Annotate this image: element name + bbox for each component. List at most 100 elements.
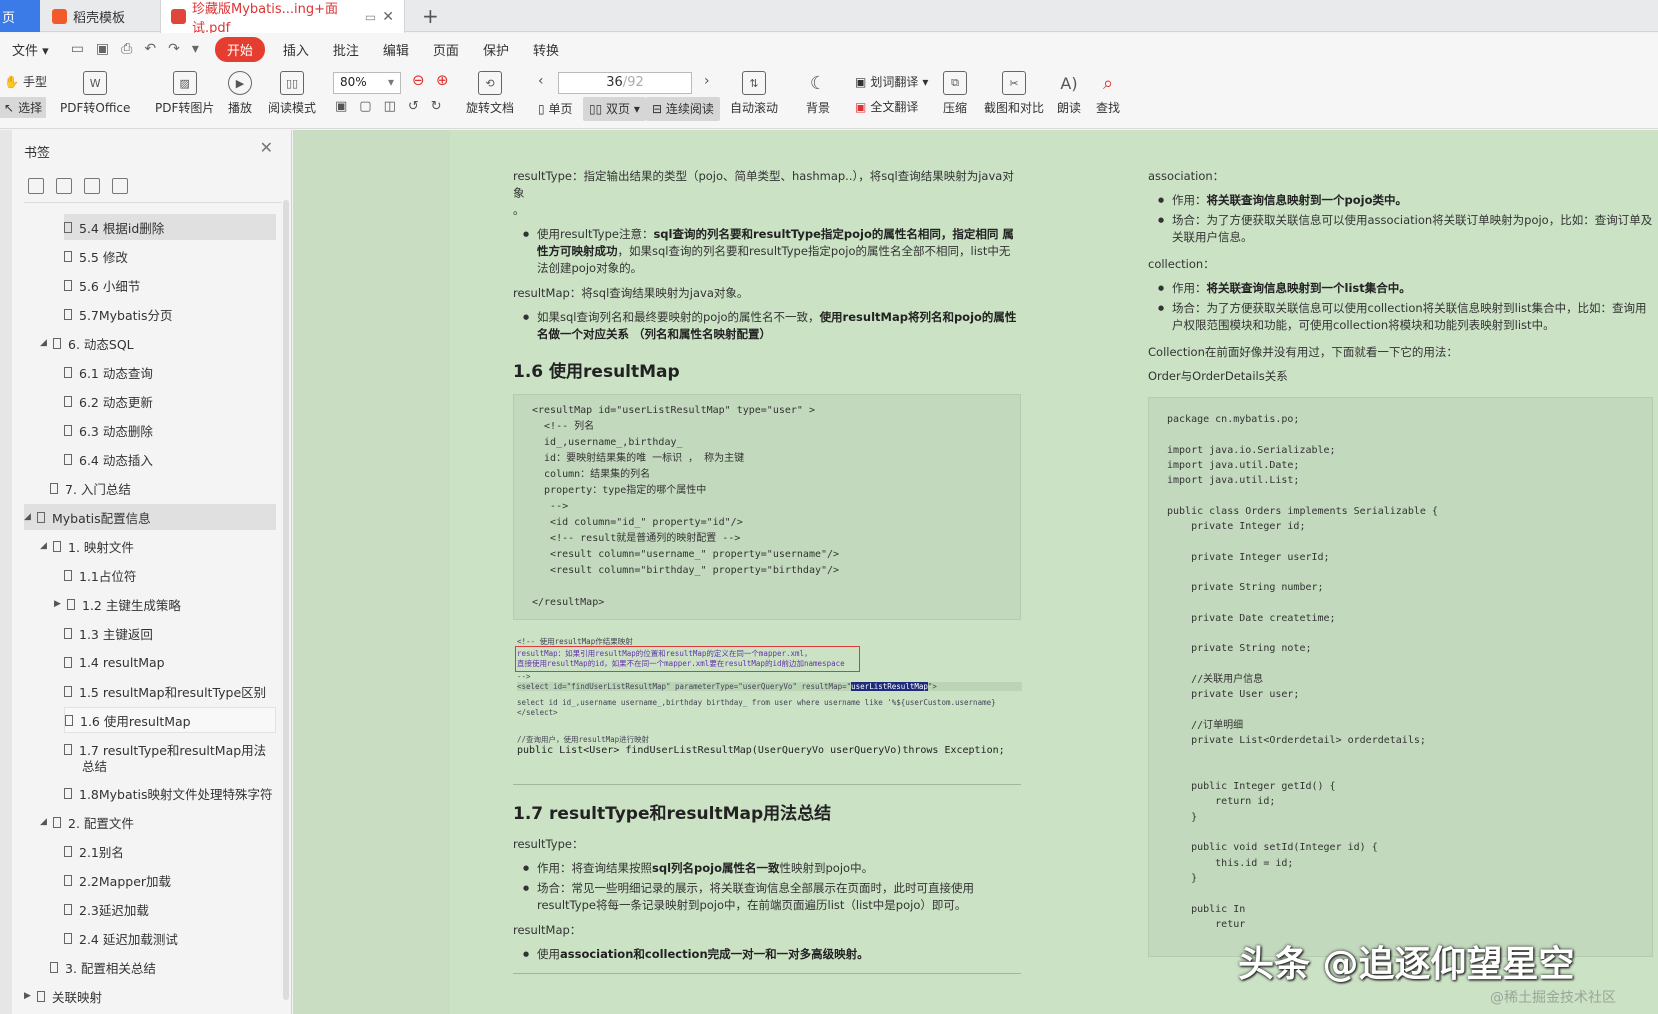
open-folder-icon[interactable]: ▭	[71, 41, 84, 57]
prev-page-icon[interactable]: ‹	[538, 73, 544, 89]
double-page-button[interactable]: ▯▯ 双页 ▾	[583, 97, 646, 121]
rotate-right-icon[interactable]: ↻	[431, 99, 442, 114]
bookmark-item[interactable]: ▶ 关联映射	[24, 983, 102, 1009]
divider	[513, 973, 1021, 974]
collapse-all-icon[interactable]	[56, 178, 72, 194]
bookmark-item-current[interactable]: 1.6 使用resultMap	[64, 707, 276, 733]
bookmark-item[interactable]: ◢ 2. 配置文件	[40, 809, 134, 835]
rotate-doc-icon: ⟲	[478, 71, 502, 95]
save-icon[interactable]: ▣	[96, 41, 109, 57]
fit-width-icon[interactable]: ◫	[384, 99, 396, 114]
bookmark-item[interactable]: 2.3延迟加载	[64, 896, 149, 922]
tab-pdf-document[interactable]: 珍藏版Mybatis...ing+面试.pdf ▭ ✕	[160, 0, 405, 36]
code-line: -->	[517, 672, 531, 681]
bullet-item: 场合：为了方便获取关联信息可以使用collection将关联信息映射到list集…	[1148, 300, 1653, 334]
bookmark-item[interactable]: 1.8Mybatis映射文件处理特殊字符	[64, 780, 273, 806]
select-tool[interactable]: ↖ 选择	[0, 97, 47, 118]
redo-icon[interactable]: ↷	[168, 41, 180, 57]
daoke-logo-icon	[52, 8, 67, 24]
next-page-icon[interactable]: ›	[704, 73, 710, 89]
menu-annotate[interactable]: 批注	[321, 40, 371, 59]
bookmark-item[interactable]: 3. 配置相关总结	[50, 954, 156, 980]
new-tab-icon[interactable]: +	[422, 4, 439, 28]
print-icon[interactable]: ⎙	[121, 41, 132, 57]
read-aloud-button[interactable]: A) 朗读	[1057, 71, 1081, 116]
code-line: import java.io.Serializable;	[1167, 444, 1336, 456]
close-tab-icon[interactable]: ✕	[382, 9, 394, 25]
bookmark-icon[interactable]	[112, 178, 128, 194]
zoom-select[interactable]: 80% ▾	[333, 72, 401, 94]
rotate-document-button[interactable]: ⟲ 旋转文档	[466, 71, 514, 116]
play-button[interactable]: ▶ 播放	[228, 71, 252, 116]
menu-convert[interactable]: 转换	[521, 40, 571, 59]
bookmark-item[interactable]: 1.5 resultMap和resultType区别	[64, 678, 266, 704]
menu-page[interactable]: 页面	[421, 40, 471, 59]
bookmark-item[interactable]: ◢ 1. 映射文件	[40, 533, 134, 559]
pdf-to-image-icon: ▨	[172, 71, 197, 95]
sidebar-scrollbar[interactable]	[283, 200, 289, 1000]
bookmark-item[interactable]: 2.1别名	[64, 838, 124, 864]
code-line: }	[1167, 872, 1198, 884]
menu-insert[interactable]: 插入	[271, 40, 321, 59]
bookmark-item[interactable]: 5.5 修改	[64, 243, 128, 269]
play-icon: ▶	[228, 71, 252, 95]
full-translate-button[interactable]: ▣ 全文翻译	[855, 98, 918, 115]
tab-home[interactable]: 页	[0, 0, 40, 32]
bookmark-item[interactable]: 6.3 动态删除	[64, 417, 153, 443]
pdf-to-image-button[interactable]: ▨ PDF转图片	[155, 71, 214, 116]
read-mode-button[interactable]: ▯▯ 阅读模式	[268, 71, 316, 116]
menu-bar: 文件 ▾ ▭ ▣ ⎙ ↶ ↷ ▾ 开始 插入 批注 编辑 页面 保护 转换	[0, 33, 1658, 65]
bookmark-item[interactable]: 6.2 动态更新	[64, 388, 153, 414]
bookmark-item[interactable]: 1.3 主键返回	[64, 620, 153, 646]
actual-size-icon[interactable]: ▣	[335, 99, 347, 114]
zoom-out-icon[interactable]: ⊖	[412, 71, 425, 89]
screenshot-compare-button[interactable]: ✂ 截图和对比	[984, 71, 1044, 116]
background-button[interactable]: ☾ 背景	[806, 71, 830, 116]
close-sidebar-icon[interactable]: ✕	[260, 138, 273, 157]
tab-daoke-template[interactable]: 稻壳模板	[42, 0, 157, 32]
menu-edit[interactable]: 编辑	[371, 40, 421, 59]
bookmark-item[interactable]: ▶ 1.2 主键生成策略	[54, 591, 181, 617]
code-line: </resultMap>	[532, 597, 605, 608]
add-bookmark-icon[interactable]	[84, 178, 100, 194]
customize-icon[interactable]: ▾	[192, 41, 199, 57]
code-line: //关联用户信息	[1167, 674, 1264, 686]
hand-tool[interactable]: ✋ 手型	[4, 73, 47, 90]
bookmark-item[interactable]: 1.4 resultMap	[64, 649, 165, 675]
bookmark-item[interactable]: 5.6 小细节	[64, 272, 140, 298]
single-page-button[interactable]: ▯ 单页	[532, 97, 578, 121]
word-translate-button[interactable]: ▣ 划词翻译 ▾	[855, 73, 928, 90]
zoom-in-icon[interactable]: ⊕	[436, 71, 449, 89]
menu-protect[interactable]: 保护	[471, 40, 521, 59]
bookmark-item[interactable]: 5.4 根据id删除	[64, 214, 276, 240]
bookmark-item[interactable]: ◢ Mybatis配置信息	[24, 504, 276, 530]
bookmark-item[interactable]: ◢ 6. 动态SQL	[40, 330, 134, 356]
expand-all-icon[interactable]	[28, 178, 44, 194]
code-line: column：结果集的列名	[532, 469, 651, 480]
page-number-input[interactable]: 36/92	[558, 72, 692, 94]
full-translate-icon: ▣	[855, 99, 867, 114]
bookmark-item[interactable]: 5.7Mybatis分页	[64, 301, 173, 327]
bookmark-item[interactable]: 7. 入门总结	[50, 475, 131, 501]
pin-icon[interactable]: ▭	[365, 10, 376, 24]
code-line: private String note;	[1167, 643, 1312, 655]
search-button[interactable]: ⌕ 查找	[1096, 71, 1120, 116]
bookmark-item[interactable]: 6.4 动态插入	[64, 446, 153, 472]
menu-file[interactable]: 文件 ▾	[0, 40, 61, 59]
fit-page-icon[interactable]: ▢	[359, 99, 371, 114]
compress-button[interactable]: ⧉ 压缩	[943, 71, 967, 116]
bookmark-item[interactable]: 1.1占位符	[64, 562, 136, 588]
pdf-to-office-button[interactable]: W PDF转Office	[60, 71, 130, 116]
code-line: <result column="username_" property="use…	[532, 549, 840, 560]
bookmark-item[interactable]: 2.2Mapper加载	[64, 867, 171, 893]
bookmark-item[interactable]: 6.1 动态查询	[64, 359, 153, 385]
auto-scroll-button[interactable]: ⇅ 自动滚动	[730, 71, 778, 116]
undo-icon[interactable]: ↶	[144, 41, 156, 57]
rotate-left-icon[interactable]: ↺	[408, 99, 419, 114]
continuous-read-button[interactable]: ⊟ 连续阅读	[646, 97, 720, 121]
menu-start[interactable]: 开始	[214, 36, 265, 62]
bookmark-item[interactable]: 2.4 延迟加载测试	[64, 925, 178, 951]
